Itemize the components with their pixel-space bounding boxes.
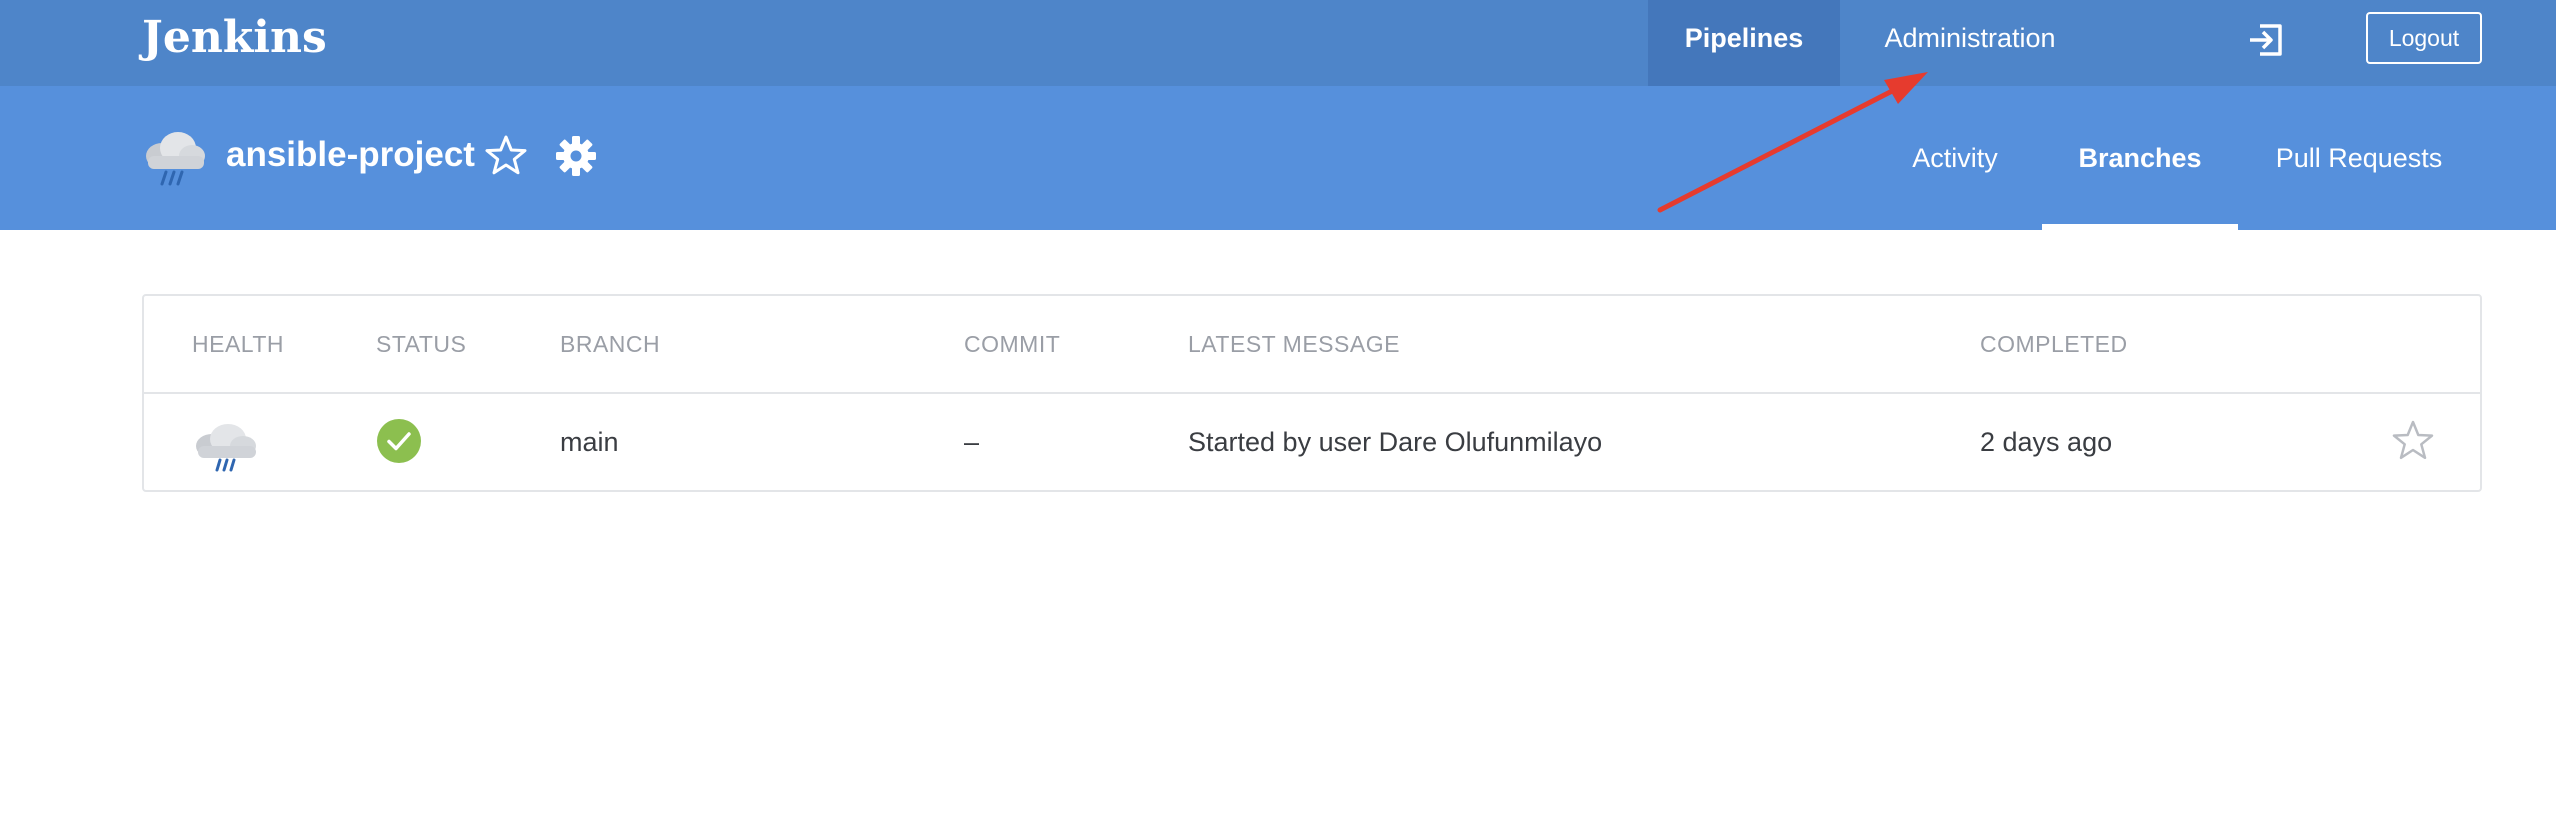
tab-branches[interactable]: Branches bbox=[2042, 86, 2238, 230]
star-outline-icon[interactable] bbox=[2390, 418, 2436, 464]
tab-pull-requests[interactable]: Pull Requests bbox=[2262, 86, 2456, 230]
header-completed: COMPLETED bbox=[1980, 331, 2128, 357]
exit-icon[interactable] bbox=[2246, 20, 2286, 60]
branch-name[interactable]: main bbox=[560, 394, 619, 490]
header-health: HEALTH bbox=[192, 331, 285, 357]
rain-cloud-icon bbox=[196, 424, 256, 472]
jenkins-logo[interactable]: Jenkins bbox=[142, 8, 327, 68]
header-latest-message: LATEST MESSAGE bbox=[1188, 331, 1400, 357]
active-tab-indicator bbox=[2042, 224, 2238, 230]
top-navigation-bar: Jenkins Pipelines Administration Logout bbox=[0, 0, 2556, 86]
table-row[interactable]: main – Started by user Dare Olufunmilayo… bbox=[144, 394, 2480, 490]
latest-message: Started by user Dare Olufunmilayo bbox=[1188, 427, 1603, 457]
gear-icon[interactable] bbox=[554, 134, 598, 178]
project-name[interactable]: ansible-project bbox=[226, 130, 475, 180]
completed-time: 2 days ago bbox=[1980, 427, 2113, 457]
check-circle-icon bbox=[377, 419, 421, 463]
header-commit: COMMIT bbox=[964, 331, 1061, 357]
project-header: ansible-project Activity Branches Pull R… bbox=[0, 86, 2556, 230]
branches-table: HEALTH STATUS BRANCH COMMIT LATEST MESSA… bbox=[142, 294, 2482, 492]
nav-pipelines[interactable]: Pipelines bbox=[1648, 0, 1840, 86]
tab-activity[interactable]: Activity bbox=[1880, 86, 2030, 230]
nav-administration[interactable]: Administration bbox=[1840, 0, 2100, 86]
tab-branches-label: Branches bbox=[2078, 143, 2202, 173]
table-header: HEALTH STATUS BRANCH COMMIT LATEST MESSA… bbox=[144, 296, 2480, 394]
star-outline-icon[interactable] bbox=[484, 134, 528, 178]
rain-cloud-icon bbox=[146, 132, 205, 186]
header-status: STATUS bbox=[376, 331, 467, 357]
commit-id: – bbox=[964, 427, 980, 457]
header-branch: BRANCH bbox=[560, 331, 661, 357]
logout-button[interactable]: Logout bbox=[2366, 12, 2482, 64]
